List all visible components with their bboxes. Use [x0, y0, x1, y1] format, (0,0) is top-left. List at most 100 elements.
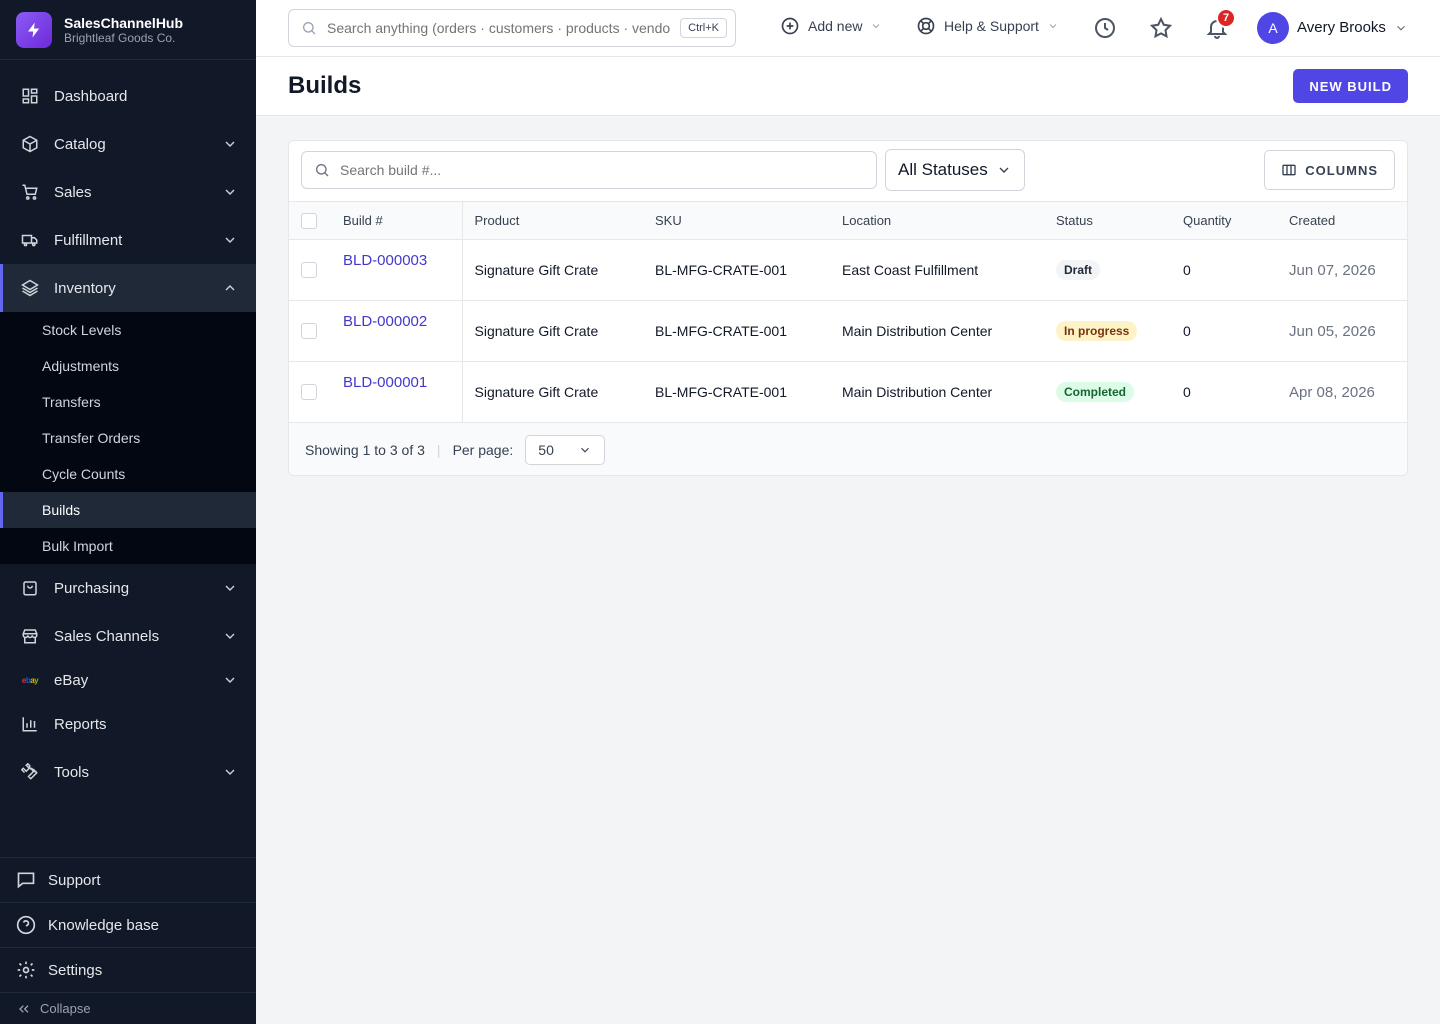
col-location[interactable]: Location [830, 202, 1044, 240]
location-cell: Main Distribution Center [842, 384, 993, 400]
avatar[interactable]: A [1257, 12, 1289, 44]
sidebar-subitem-builds[interactable]: Builds [0, 492, 256, 528]
page-title: Builds [288, 72, 362, 99]
sidebar-support[interactable]: Support [0, 857, 256, 902]
sidebar-item-purchasing[interactable]: Purchasing [0, 564, 256, 612]
select-all-checkbox[interactable] [301, 212, 317, 229]
knowledge-label: Knowledge base [48, 916, 159, 934]
columns-label: COLUMNS [1305, 162, 1378, 178]
build-link[interactable]: BLD-000001 [343, 374, 427, 391]
sidebar-item-tools[interactable]: Tools [0, 748, 256, 796]
pagination-summary: Showing 1 to 3 of 3 [305, 442, 425, 458]
sku-cell: BL-MFG-CRATE-001 [655, 323, 787, 339]
row-checkbox[interactable] [301, 384, 317, 400]
status-filter-select[interactable]: All Statuses [885, 149, 1025, 191]
star-icon[interactable] [1149, 16, 1173, 40]
build-search[interactable] [301, 151, 877, 189]
showing-to-word: to [374, 442, 386, 458]
sidebar-subitem-cycle-counts[interactable]: Cycle Counts [0, 456, 256, 492]
global-search[interactable]: Ctrl+K [288, 9, 736, 47]
table-row[interactable]: BLD-000003 Signature Gift Crate BL-MFG-C… [289, 239, 1407, 301]
chevron-up-icon [225, 285, 235, 291]
sidebar-item-dashboard[interactable]: Dashboard [0, 72, 256, 120]
user-name: Avery Brooks [1297, 19, 1386, 36]
sidebar-collapse[interactable]: Collapse [0, 992, 256, 1024]
product-cell: Signature Gift Crate [474, 384, 599, 400]
sidebar-subitem-transfer-orders[interactable]: Transfer Orders [0, 420, 256, 456]
sidebar-item-inventory[interactable]: Inventory [0, 264, 256, 312]
sidebar-knowledge-base[interactable]: Knowledge base [0, 902, 256, 947]
col-build[interactable]: Build # [331, 201, 463, 240]
global-search-input[interactable] [327, 20, 671, 36]
sidebar-item-label: eBay [54, 671, 89, 689]
build-search-input[interactable] [340, 162, 864, 178]
gear-icon [17, 961, 35, 979]
table-row[interactable]: BLD-000001 Signature Gift Crate BL-MFG-C… [289, 361, 1407, 423]
showing-prefix: Showing [305, 442, 359, 458]
location-cell: Main Distribution Center [842, 323, 993, 339]
support-label: Support [48, 871, 101, 889]
columns-button[interactable]: COLUMNS [1264, 150, 1395, 190]
sidebar-item-sales-channels[interactable]: Sales Channels [0, 612, 256, 660]
col-quantity[interactable]: Quantity [1171, 202, 1277, 240]
lifebuoy-icon [917, 17, 935, 35]
user-menu[interactable]: Avery Brooks [1297, 19, 1408, 36]
status-filter-value: All Statuses [898, 160, 988, 179]
sidebar-item-label: Sales [54, 183, 92, 201]
sidebar-bottom: Support Knowledge base Settings Collapse [0, 857, 256, 1024]
sidebar-subitem-adjustments[interactable]: Adjustments [0, 348, 256, 384]
sidebar-item-fulfillment[interactable]: Fulfillment [0, 216, 256, 264]
help-support-button[interactable]: Help & Support [916, 16, 1059, 36]
brand-company: Brightleaf Goods Co. [64, 30, 176, 45]
row-checkbox[interactable] [301, 262, 317, 278]
search-icon [303, 22, 316, 35]
table-header-row: Build # Product SKU Location Status Quan… [289, 201, 1407, 240]
product-cell: Signature Gift Crate [474, 323, 599, 339]
brand-name: SalesChannelHub [64, 14, 184, 31]
add-new-label: Add new [808, 18, 863, 34]
chevron-down-icon [225, 141, 235, 147]
bag-icon [20, 578, 40, 598]
col-sku[interactable]: SKU [643, 202, 830, 240]
col-status[interactable]: Status [1044, 202, 1171, 240]
col-product[interactable]: Product [462, 202, 643, 240]
chevron-down-icon [225, 189, 235, 195]
new-build-button[interactable]: NEW BUILD [1293, 69, 1408, 103]
settings-label: Settings [48, 961, 103, 979]
sidebar-item-ebay[interactable]: ebay eBay [0, 660, 256, 700]
sidebar-settings[interactable]: Settings [0, 947, 256, 992]
chevron-down-icon [225, 769, 235, 775]
chevron-down-icon [873, 24, 880, 29]
sku-cell: BL-MFG-CRATE-001 [655, 262, 787, 278]
showing-of-word: of [401, 442, 414, 458]
sidebar-subitem-bulk-import[interactable]: Bulk Import [0, 528, 256, 564]
sidebar-item-label: Fulfillment [54, 231, 123, 249]
add-new-button[interactable]: Add new [780, 16, 882, 36]
build-link[interactable]: BLD-000002 [343, 313, 427, 330]
layers-icon [20, 278, 40, 298]
store-icon [20, 626, 40, 646]
sku-cell: BL-MFG-CRATE-001 [655, 384, 787, 400]
quantity-cell: 0 [1183, 384, 1191, 400]
help-label: Help & Support [944, 18, 1039, 34]
showing-to: 3 [389, 442, 398, 458]
sidebar-subitem-stock-levels[interactable]: Stock Levels [0, 312, 256, 348]
sidebar-subitem-transfers[interactable]: Transfers [0, 384, 256, 420]
table-row[interactable]: BLD-000002 Signature Gift Crate BL-MFG-C… [289, 300, 1407, 362]
sidebar-item-catalog[interactable]: Catalog [0, 120, 256, 168]
clock-icon[interactable] [1093, 16, 1117, 40]
brand[interactable]: SalesChannelHub Brightleaf Goods Co. [0, 0, 256, 60]
sidebar-item-sales[interactable]: Sales [0, 168, 256, 216]
col-created[interactable]: Created [1277, 202, 1407, 240]
row-checkbox[interactable] [301, 323, 317, 339]
status-badge: In progress [1056, 321, 1138, 341]
per-page-select[interactable]: 50 [525, 435, 606, 465]
builds-card: All Statuses COLUMNS Build # Product SKU… [288, 140, 1408, 476]
cart-icon [20, 182, 40, 202]
build-link[interactable]: BLD-000003 [343, 252, 427, 269]
table-footer: Showing 1 to 3 of 3 | Per page: 50 [289, 423, 1407, 475]
chevron-down-icon [999, 167, 1009, 173]
sidebar-item-reports[interactable]: Reports [0, 700, 256, 748]
dashboard-icon [20, 86, 40, 106]
chevron-down-icon [225, 633, 235, 639]
